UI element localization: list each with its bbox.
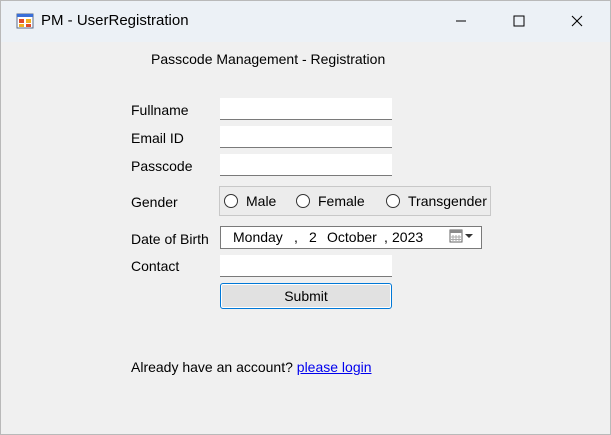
- dob-datepicker[interactable]: Monday , 2 October , 2023: [220, 226, 482, 249]
- gender-radio-group: Male Female Transgender: [219, 186, 491, 216]
- minimize-button[interactable]: [432, 1, 490, 42]
- gender-option-label: Female: [318, 193, 365, 209]
- fullname-label: Fullname: [131, 102, 189, 118]
- window-title: PM - UserRegistration: [41, 12, 189, 29]
- dob-separator: ,: [294, 229, 298, 245]
- app-form-icon: [16, 12, 34, 30]
- dob-label: Date of Birth: [131, 231, 209, 247]
- form-client-area: Passcode Management - Registration Fulln…: [1, 42, 610, 434]
- login-prompt: Already have an account? please login: [131, 359, 372, 375]
- radio-circle-icon[interactable]: [386, 194, 400, 208]
- radio-circle-icon[interactable]: [296, 194, 310, 208]
- dob-weekday[interactable]: Monday: [233, 229, 283, 245]
- dob-separator: ,: [384, 229, 388, 245]
- gender-radio-transgender[interactable]: Transgender: [386, 193, 487, 209]
- form-heading: Passcode Management - Registration: [151, 51, 386, 67]
- contact-input[interactable]: [220, 255, 392, 277]
- maximize-icon: [513, 14, 525, 30]
- fullname-input[interactable]: [220, 98, 392, 120]
- gender-radio-female[interactable]: Female: [296, 193, 365, 209]
- minimize-icon: [455, 14, 467, 30]
- close-icon: [571, 14, 583, 30]
- passcode-label: Passcode: [131, 158, 193, 174]
- email-label: Email ID: [131, 130, 184, 146]
- dob-year[interactable]: 2023: [392, 229, 423, 245]
- email-input[interactable]: [220, 126, 392, 148]
- maximize-button[interactable]: [490, 1, 548, 42]
- title-bar[interactable]: PM - UserRegistration: [1, 1, 610, 42]
- gender-option-label: Transgender: [408, 193, 487, 209]
- dob-day[interactable]: 2: [309, 229, 317, 245]
- login-link[interactable]: please login: [297, 359, 372, 375]
- passcode-input[interactable]: [220, 154, 392, 176]
- registration-window: PM - UserRegistration Passcode Managemen…: [0, 0, 611, 435]
- dob-month[interactable]: October: [327, 229, 377, 245]
- calendar-dropdown-icon: [449, 228, 477, 247]
- login-prompt-text: Already have an account?: [131, 359, 297, 375]
- radio-circle-icon[interactable]: [224, 194, 238, 208]
- submit-button[interactable]: Submit: [220, 283, 392, 309]
- gender-option-label: Male: [246, 193, 277, 209]
- contact-label: Contact: [131, 258, 180, 274]
- gender-radio-male[interactable]: Male: [224, 193, 276, 209]
- calendar-dropdown-button[interactable]: [449, 229, 479, 246]
- close-button[interactable]: [548, 1, 606, 42]
- gender-label: Gender: [131, 194, 178, 210]
